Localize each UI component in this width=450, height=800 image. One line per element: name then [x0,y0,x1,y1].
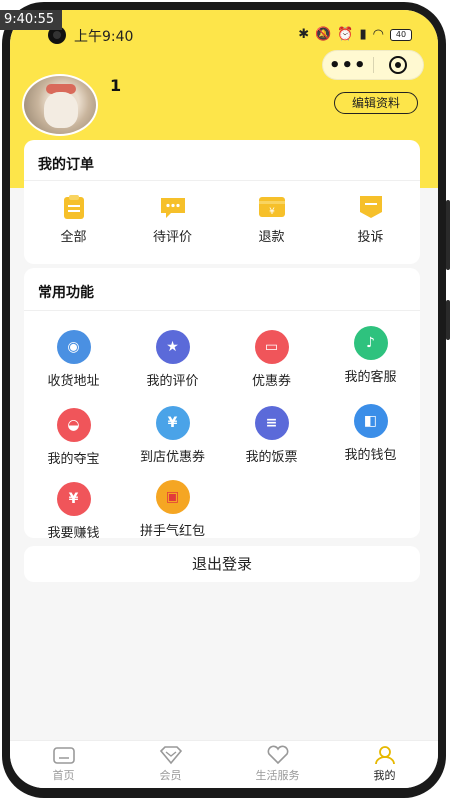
edit-profile-button[interactable]: 编辑资料 [334,92,418,114]
refund-card-icon: ¥ [258,194,286,220]
order-pending-review-label: 待评价 [152,230,192,245]
func-wallet-label: 我的钱包 [344,448,397,463]
orders-title: 我的订单 [38,157,94,173]
order-complaint-label: 投诉 [357,230,384,245]
tab-member-label: 会员 [159,769,182,782]
status-icons: ✱ 🔕 ⏰ ▮ ◠ 40 [298,27,412,42]
tab-home[interactable]: 首页 [10,745,117,783]
recording-time-badge: 9:40:55 [0,10,63,30]
func-treasure[interactable]: ◒ 我的夺宝 [24,408,123,467]
bottom-tab-bar: 首页 会员 生活服务 我的 [10,740,438,788]
wallet-icon: ▭ [254,330,289,364]
mute-icon: 🔕 [315,27,332,42]
func-store-coupons[interactable]: ¥ 到店优惠券 [123,406,222,465]
divider [24,180,420,181]
func-address-label: 收货地址 [47,374,100,389]
func-red-packet-label: 拼手气红包 [139,524,205,539]
logout-button[interactable]: 退出登录 [24,546,420,582]
func-store-coupons-label: 到店优惠券 [139,450,205,465]
signal-icon: ▮ [359,27,367,42]
volume-button [446,200,450,270]
func-coupons[interactable]: ▭ 优惠券 [222,330,321,389]
tab-home-label: 首页 [52,769,75,782]
func-address[interactable]: ◉ 收货地址 [24,330,123,389]
chat-bubble-icon [159,194,187,220]
username: 1 [110,76,122,95]
functions-title: 常用功能 [38,285,94,301]
tab-member[interactable]: 会员 [117,745,224,783]
clipboard-icon [60,194,88,220]
user-icon [373,745,397,765]
treasure-icon: ◒ [56,408,91,442]
status-time: 上午9:40 [74,29,134,45]
target-icon [389,56,408,74]
tab-mine-label: 我的 [373,769,396,782]
wifi-icon: ◠ [372,27,384,42]
close-target-button[interactable] [373,56,423,74]
divider [24,310,420,311]
battery-icon: 40 [390,28,412,41]
avatar-cat [44,92,78,128]
tab-life-services[interactable]: 生活服务 [224,745,331,783]
ticket-icon: ≡ [254,406,289,440]
func-reviews-label: 我的评价 [146,374,199,389]
order-complaint[interactable]: 投诉 [321,194,420,245]
func-service-label: 我的客服 [344,370,397,385]
func-treasure-label: 我的夺宝 [47,452,100,467]
logout-label: 退出登录 [191,555,252,573]
red-packet-icon: ▣ [155,480,190,514]
order-all[interactable]: 全部 [24,194,123,245]
func-reviews[interactable]: ★ 我的评价 [123,330,222,389]
status-bar: 上午9:40 ✱ 🔕 ⏰ ▮ ◠ 40 [10,24,438,46]
tab-life-services-label: 生活服务 [255,769,300,782]
phone-frame: 9:40:55 上午9:40 ✱ 🔕 ⏰ ▮ ◠ 40 ••• 1 编辑资料 我… [0,0,450,800]
func-meal-tickets-label: 我的饭票 [245,450,298,465]
func-earn-money-label: 我要赚钱 [47,526,100,541]
func-meal-tickets[interactable]: ≡ 我的饭票 [222,406,321,465]
power-button [446,300,450,340]
earn-money-icon: ¥ [56,482,91,516]
home-icon [52,745,76,765]
func-earn-money[interactable]: ¥ 我要赚钱 [24,482,123,541]
func-wallet[interactable]: ◧ 我的钱包 [321,404,420,463]
purse-icon: ◧ [353,404,388,438]
miniprogram-capsule: ••• [322,50,424,80]
svg-text:¥: ¥ [269,207,275,217]
bell-icon: ♪ [353,326,388,360]
heart-icon [266,745,290,765]
more-menu-icon[interactable]: ••• [323,55,373,76]
store-coupon-icon: ¥ [155,406,190,440]
app-screen: 上午9:40 ✱ 🔕 ⏰ ▮ ◠ 40 ••• 1 编辑资料 我的订单 全部 待… [10,10,438,788]
func-coupons-label: 优惠券 [251,374,291,389]
avatar[interactable] [22,74,98,136]
order-refund-label: 退款 [258,230,285,245]
orders-card: 我的订单 全部 待评价 ¥ 退款 投诉 [24,140,420,264]
func-service[interactable]: ♪ 我的客服 [321,326,420,385]
order-all-label: 全部 [60,230,87,245]
functions-card: 常用功能 ◉ 收货地址 ★ 我的评价 ▭ 优惠券 ♪ 我的客服 ◒ 我的夺宝 ¥… [24,268,420,541]
location-icon: ◉ [56,330,91,364]
tab-mine[interactable]: 我的 [331,745,438,783]
diamond-icon [159,745,183,765]
order-refund[interactable]: ¥ 退款 [222,194,321,245]
order-pending-review[interactable]: 待评价 [123,194,222,245]
alarm-icon: ⏰ [337,27,354,42]
star-icon: ★ [155,330,190,364]
bluetooth-icon: ✱ [298,27,310,42]
complaint-icon [357,194,385,220]
func-red-packet[interactable]: ▣ 拼手气红包 [123,480,222,539]
